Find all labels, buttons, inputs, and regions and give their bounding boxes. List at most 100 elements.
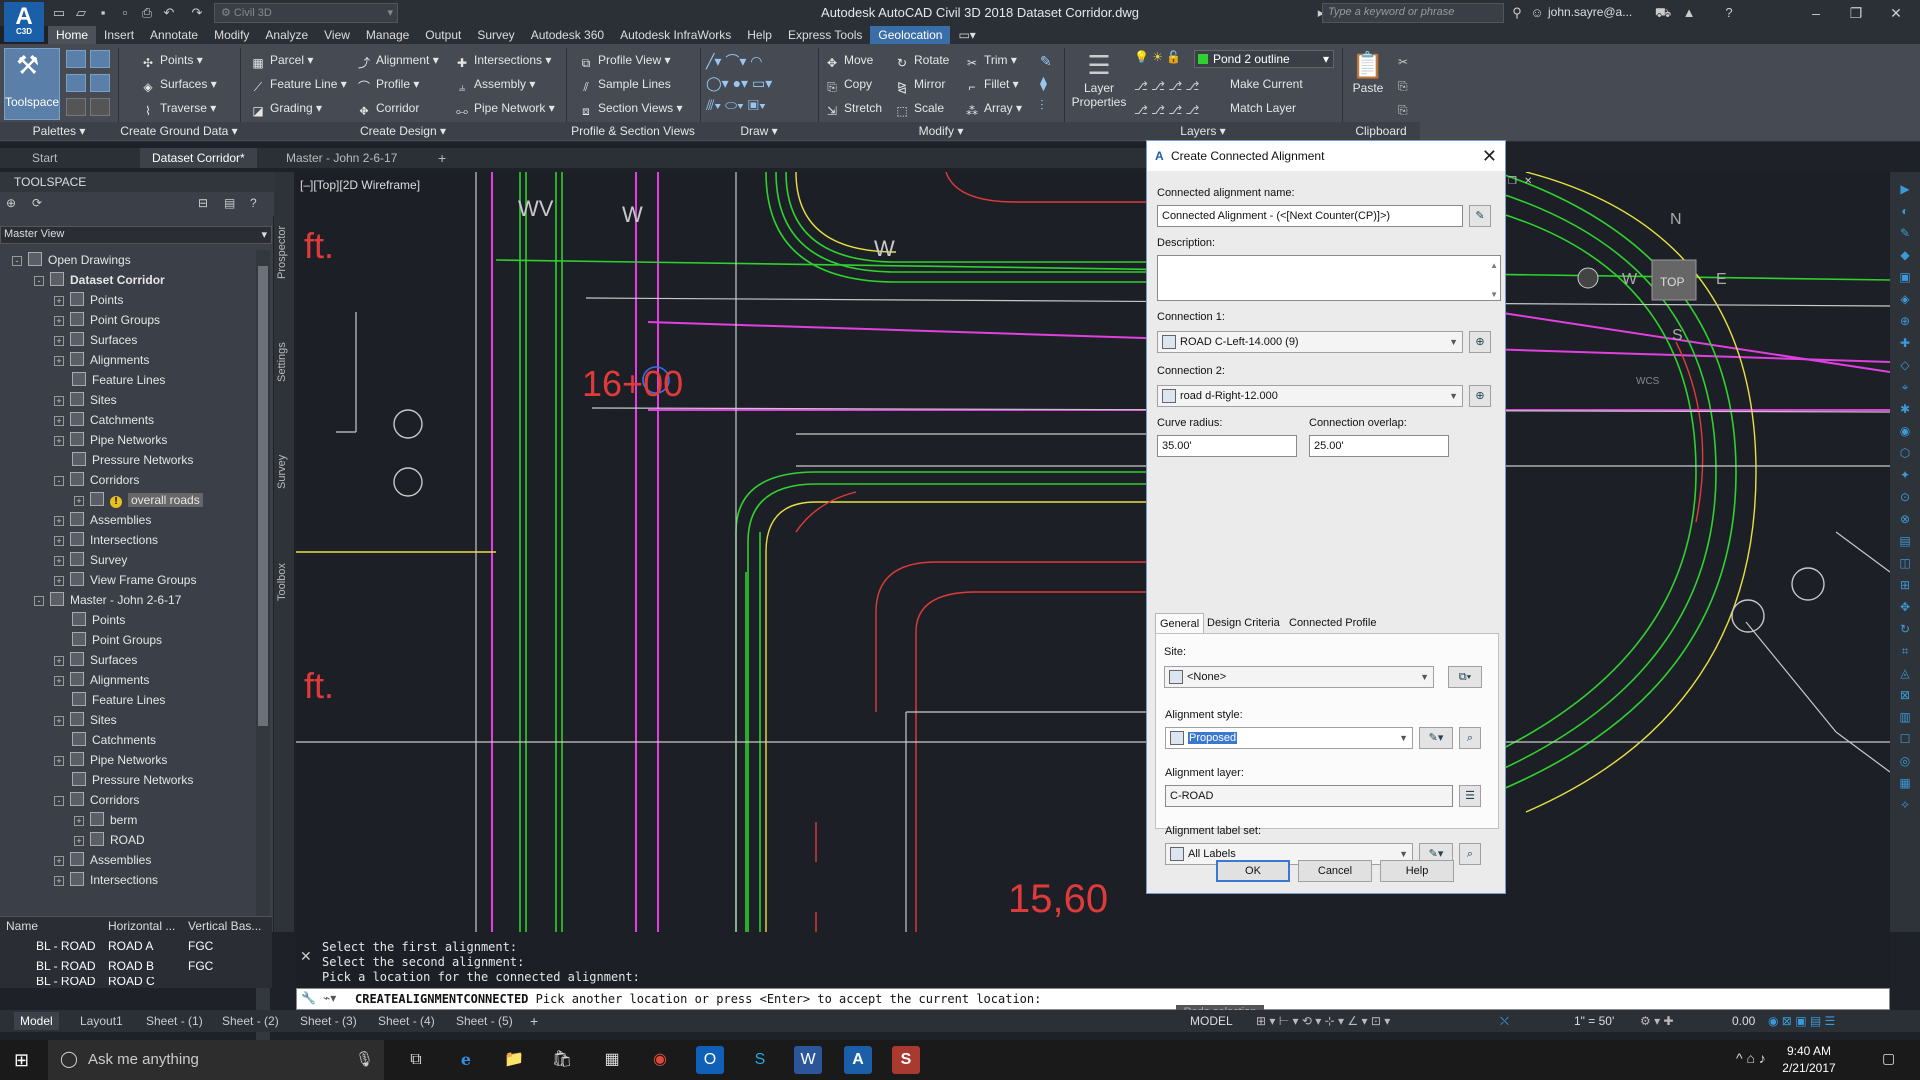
dialog-close-button[interactable]: ✕ — [1482, 141, 1497, 171]
recent-commands-icon[interactable]: ⌁▾ — [323, 991, 336, 1005]
skype-icon[interactable]: S — [746, 1046, 774, 1074]
layout-tab-sheet5[interactable]: Sheet - (5) — [450, 1012, 519, 1030]
assembly-button[interactable]: ⫨ Assembly ▾ — [454, 74, 536, 94]
elevation-value[interactable]: 0.00 — [1732, 1012, 1755, 1030]
doc-tab-dataset[interactable]: Dataset Corridor* — [140, 148, 257, 168]
panel-label-modify[interactable]: Modify ▾ — [818, 122, 1064, 140]
tree-item[interactable]: - Master - John 2-6-17 — [34, 590, 181, 610]
expand-icon[interactable]: + — [54, 876, 64, 886]
right-toolbar-icon[interactable]: ✦ — [1896, 468, 1914, 484]
traverse-button[interactable]: ⌇ Traverse ▾ — [140, 98, 216, 118]
expand-icon[interactable]: + — [54, 516, 64, 526]
tree-item[interactable]: + Sites — [54, 390, 117, 410]
dialog-title-bar[interactable]: A Create Connected Alignment ✕ — [1147, 141, 1505, 171]
saveas-icon[interactable]: ▫ — [116, 4, 134, 22]
tree-item[interactable]: + Surfaces — [54, 650, 137, 670]
palette-icon-6[interactable] — [90, 98, 110, 116]
tab-output[interactable]: Output — [417, 26, 469, 44]
annotation-scale[interactable]: 1" = 50' — [1574, 1012, 1614, 1030]
tab-modify[interactable]: Modify — [206, 26, 257, 44]
tree-item[interactable]: Points — [54, 610, 125, 630]
wrench-icon[interactable]: 🔧 — [301, 991, 316, 1005]
table-cell[interactable]: FGC — [188, 939, 213, 953]
right-toolbar-icon[interactable]: ◬ — [1896, 666, 1914, 682]
word-icon[interactable]: W — [794, 1046, 822, 1074]
layout-tab-sheet3[interactable]: Sheet - (3) — [294, 1012, 363, 1030]
points-button[interactable]: ✣ Points ▾ — [140, 50, 203, 70]
collapse-icon[interactable]: - — [34, 596, 44, 606]
minimize-button[interactable]: – — [1796, 2, 1836, 24]
tab-insert[interactable]: Insert — [96, 26, 142, 44]
stretch-button[interactable]: ⇲ Stretch — [824, 98, 882, 118]
scroll-down-icon[interactable]: ▼ — [1490, 290, 1498, 300]
table-cell[interactable]: ROAD A — [108, 939, 153, 953]
right-toolbar-icon[interactable]: ⊕ — [1896, 314, 1914, 330]
alignment-layer-input[interactable]: C-ROAD — [1165, 785, 1453, 807]
tree-item[interactable]: + View Frame Groups — [54, 570, 196, 590]
scroll-thumb[interactable] — [258, 266, 268, 726]
panel-label-layers[interactable]: Layers ▾ — [1064, 122, 1342, 140]
style-preview-button[interactable]: ⌕ — [1459, 727, 1481, 749]
tree-item[interactable]: + Pipe Networks — [54, 750, 167, 770]
annotation-icon[interactable]: ⛌ — [1500, 1012, 1509, 1030]
toolspace-add-icon[interactable]: ⊕ — [6, 196, 16, 210]
tree-item[interactable]: + Sites — [54, 710, 117, 730]
parcel-button[interactable]: ▦ Parcel ▾ — [250, 50, 313, 70]
search-input[interactable]: Type a keyword or phrase — [1322, 3, 1504, 23]
explode-icon[interactable]: ⧫ — [1040, 75, 1047, 91]
expand-icon[interactable]: + — [74, 496, 84, 506]
collapse-icon[interactable]: - — [34, 276, 44, 286]
right-toolbar-icon[interactable]: ✚ — [1896, 336, 1914, 352]
layout-tab-sheet1[interactable]: Sheet - (1) — [140, 1012, 209, 1030]
calculator-icon[interactable]: ▦ — [598, 1046, 626, 1074]
right-toolbar-icon[interactable]: ⌗ — [1896, 644, 1914, 660]
user-icon[interactable]: ☺ — [1528, 4, 1546, 22]
right-toolbar-icon[interactable]: ⬡ — [1896, 446, 1914, 462]
tree-item[interactable]: Catchments — [54, 730, 156, 750]
tree-item[interactable]: + berm — [74, 810, 137, 830]
right-toolbar-icon[interactable]: ▥ — [1896, 710, 1914, 726]
expand-icon[interactable]: + — [54, 356, 64, 366]
layer-dropdown[interactable]: Pond 2 outline ▾ — [1194, 50, 1334, 68]
tree-item[interactable]: + Point Groups — [54, 310, 160, 330]
expand-icon[interactable]: + — [54, 756, 64, 766]
cancel-button[interactable]: Cancel — [1298, 860, 1372, 882]
tree-item[interactable]: + Alignments — [54, 670, 149, 690]
mirror-button[interactable]: ⧎ Mirror — [894, 74, 945, 94]
side-tab-survey[interactable]: Survey — [276, 432, 292, 512]
expand-icon[interactable]: + — [54, 856, 64, 866]
grid-header-name[interactable]: Name — [6, 919, 38, 933]
scale-button[interactable]: ⬚ Scale — [894, 98, 944, 118]
expand-icon[interactable]: + — [54, 556, 64, 566]
civil3d-taskbar-icon[interactable]: A — [844, 1046, 872, 1074]
expand-icon[interactable]: + — [54, 656, 64, 666]
refresh-icon[interactable]: ⟳ — [32, 196, 42, 210]
tab-analyze[interactable]: Analyze — [257, 26, 316, 44]
pick-connection2-button[interactable]: ⊕ — [1469, 385, 1491, 407]
right-toolbar-icon[interactable]: ◫ — [1896, 556, 1914, 572]
compass-e[interactable]: E — [1716, 271, 1727, 288]
side-tab-settings[interactable]: Settings — [276, 322, 292, 402]
new-layout-button[interactable]: + — [524, 1012, 544, 1030]
help-icon[interactable]: ? — [1720, 4, 1738, 22]
tree-item[interactable]: Pressure Networks — [54, 450, 193, 470]
right-toolbar-icon[interactable]: ◎ — [1896, 754, 1914, 770]
microphone-icon[interactable]: 🎙 — [355, 1040, 374, 1080]
help-button[interactable]: Help — [1380, 860, 1454, 882]
table-row[interactable]: BL - ROAD — [36, 977, 96, 987]
panel-label-draw[interactable]: Draw ▾ — [700, 122, 818, 140]
right-toolbar-icon[interactable]: ⊗ — [1896, 512, 1914, 528]
feature-line-button[interactable]: ⟋ Feature Line ▾ — [250, 74, 347, 94]
tab-autodesk360[interactable]: Autodesk 360 — [523, 26, 612, 44]
collapse-icon[interactable]: - — [54, 796, 64, 806]
print-icon[interactable]: ⎙ — [138, 4, 156, 22]
new-tab-button[interactable]: + — [426, 148, 458, 168]
drawing-canvas[interactable]: WV W W 16+00 ft. ft. 15,60 N S E W TOP W… — [296, 172, 1890, 932]
expand-icon[interactable]: + — [54, 716, 64, 726]
right-toolbar-icon[interactable]: ▶ — [1896, 182, 1914, 198]
grid-header-vertical[interactable]: Vertical Bas... — [188, 919, 261, 933]
layout-tab-layout1[interactable]: Layout1 — [74, 1012, 129, 1030]
panel-label-design[interactable]: Create Design ▾ — [240, 122, 566, 140]
layer-properties-button[interactable]: ☰ Layer Properties — [1070, 50, 1128, 109]
block-icon[interactable]: ▣▾ — [748, 97, 766, 113]
